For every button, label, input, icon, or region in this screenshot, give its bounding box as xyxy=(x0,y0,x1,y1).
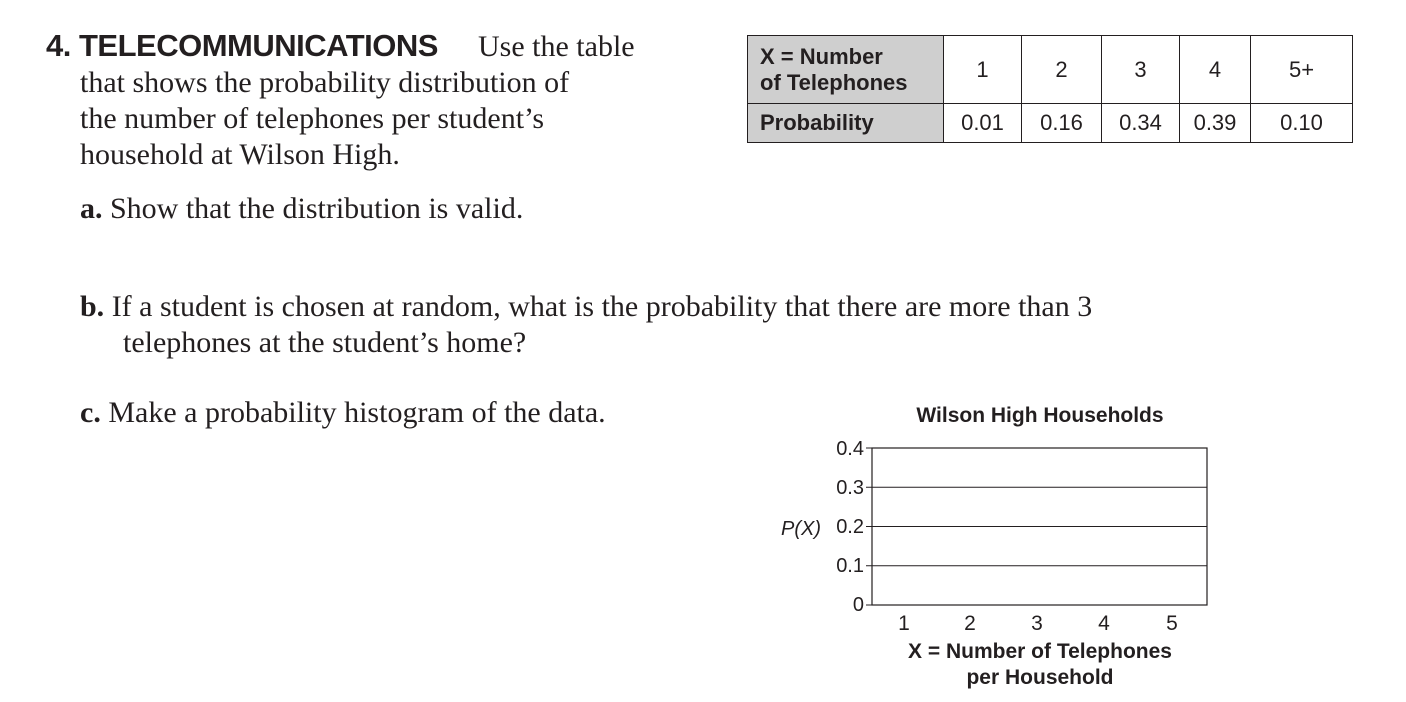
table-row-values: X = Number of Telephones 1 2 3 4 5+ xyxy=(747,35,1353,104)
table-cell-x: 3 xyxy=(1101,35,1180,104)
x-tick-label: 1 xyxy=(898,612,910,635)
x-tick-label: 4 xyxy=(1098,612,1110,635)
y-tick-label: 0.2 xyxy=(836,516,864,538)
part-b-label: b. xyxy=(80,290,105,323)
table-cell-probability: 0.39 xyxy=(1179,103,1251,143)
x-tick-label: 3 xyxy=(1031,612,1043,635)
chart-title: Wilson High Households xyxy=(916,404,1164,427)
y-tick-label: 0 xyxy=(852,594,864,616)
part-c: c. Make a probability histogram of the d… xyxy=(80,396,606,430)
problem-text-line-1: Use the table xyxy=(478,30,635,63)
problem-text-line-4: household at Wilson High. xyxy=(80,138,400,171)
y-tick-label: 0.4 xyxy=(836,438,864,460)
table-cell-x: 4 xyxy=(1179,35,1251,104)
part-b-text-line-1: If a student is chosen at random, what i… xyxy=(111,290,1093,323)
problem-text-line-3: the number of telephones per student’s xyxy=(80,102,545,135)
part-a-text: Show that the distribution is valid. xyxy=(110,192,524,225)
table-cell-probability: 0.34 xyxy=(1101,103,1180,143)
part-a: a. Show that the distribution is valid. xyxy=(80,192,523,226)
table-cell-x: 2 xyxy=(1021,35,1102,104)
table-cell-probability: 0.16 xyxy=(1021,103,1102,143)
y-axis-label: P(X) xyxy=(781,518,821,540)
x-axis-label-line-1: X = Number of Telephones xyxy=(908,640,1172,663)
y-tick-label: 0.3 xyxy=(836,477,864,499)
part-b: b. If a student is chosen at random, wha… xyxy=(80,290,1092,324)
table-header-probability: Probability xyxy=(747,103,944,143)
histogram-plot-area xyxy=(866,447,1208,606)
table-row-probability: Probability 0.01 0.16 0.34 0.39 0.10 xyxy=(747,103,1353,143)
table-header-x-line-1: X = Number xyxy=(760,43,883,69)
x-tick-label: 5 xyxy=(1166,612,1178,635)
part-b-text-line-2: telephones at the student’s home? xyxy=(123,326,527,359)
probability-table: X = Number of Telephones 1 2 3 4 5+ Prob… xyxy=(747,35,1353,143)
grid-lines xyxy=(866,447,1207,606)
problem-title: 4. TELECOMMUNICATIONS xyxy=(46,28,438,63)
table-cell-x: 1 xyxy=(943,35,1022,104)
table-cell-probability: 0.01 xyxy=(943,103,1022,143)
problem-text-line-2: that shows the probability distribution … xyxy=(80,66,570,99)
table-header-x-line-2: of Telephones xyxy=(760,69,908,95)
x-axis-label-line-2: per Household xyxy=(966,666,1114,689)
part-c-text: Make a probability histogram of the data… xyxy=(108,396,606,429)
part-a-label: a. xyxy=(80,192,103,225)
table-cell-probability: 0.10 xyxy=(1250,103,1353,143)
table-cell-x: 5+ xyxy=(1250,35,1353,104)
part-c-label: c. xyxy=(80,396,101,429)
y-tick-label: 0.1 xyxy=(836,555,864,577)
x-tick-label: 2 xyxy=(964,612,976,635)
table-header-x: X = Number of Telephones xyxy=(747,35,944,104)
